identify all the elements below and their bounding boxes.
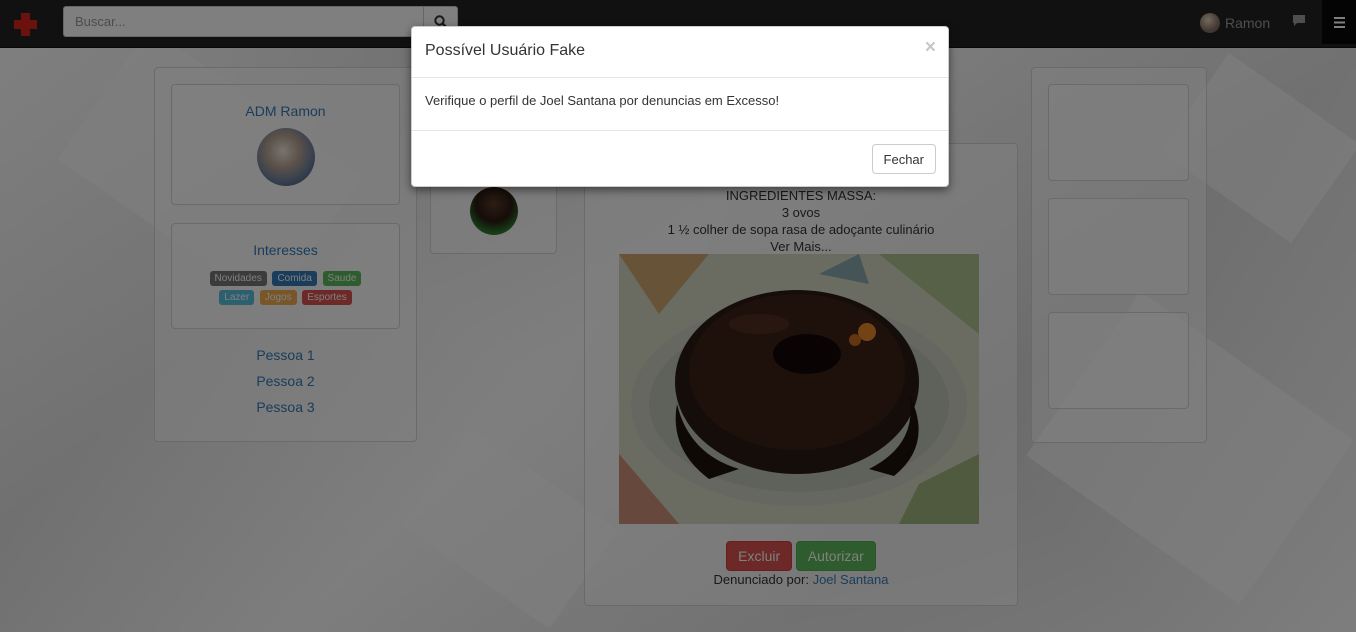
- modal-title: Possível Usuário Fake: [425, 42, 586, 59]
- fake-user-modal: Possível Usuário Fake × Verifique o perf…: [411, 26, 949, 187]
- modal-header: Possível Usuário Fake ×: [412, 27, 948, 78]
- close-icon[interactable]: ×: [925, 38, 936, 57]
- modal-footer: Fechar: [412, 131, 948, 186]
- close-button[interactable]: Fechar: [871, 144, 936, 174]
- modal-body: Verifique o perfil de Joel Santana por d…: [412, 78, 948, 131]
- modal-message: Verifique o perfil de Joel Santana por d…: [425, 93, 780, 108]
